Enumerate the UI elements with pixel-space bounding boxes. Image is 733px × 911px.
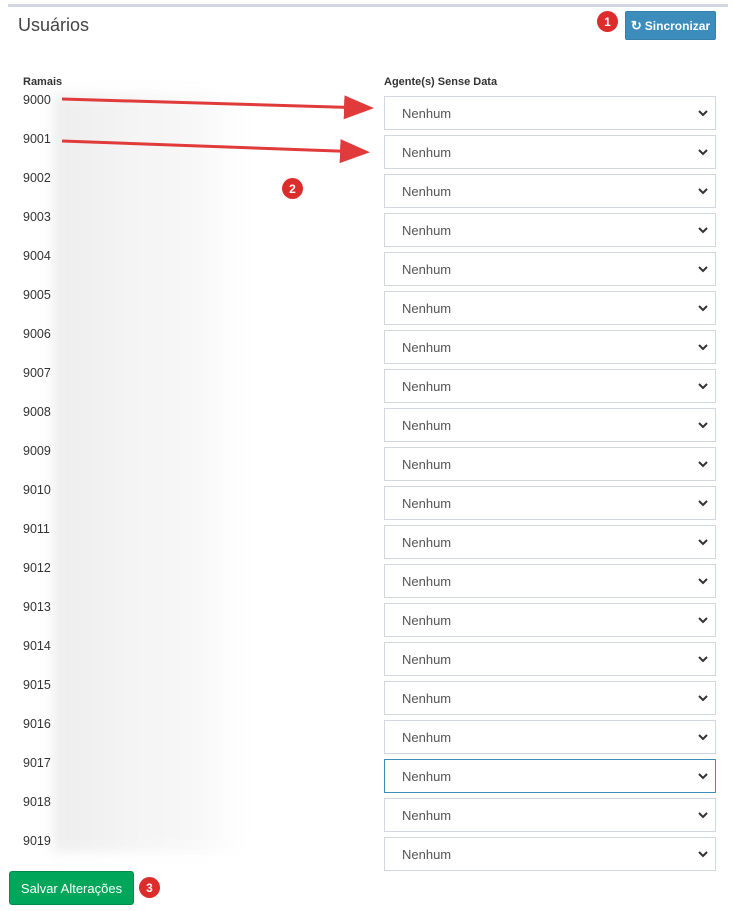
extension-label: 9001 xyxy=(23,132,51,146)
extension-label: 9016 xyxy=(23,717,51,731)
agent-select[interactable]: Nenhum xyxy=(384,447,716,481)
extension-label: 9010 xyxy=(23,483,51,497)
chevron-down-icon xyxy=(698,773,708,780)
agent-select[interactable]: Nenhum xyxy=(384,135,716,169)
agent-select[interactable]: Nenhum xyxy=(384,603,716,637)
chevron-down-icon xyxy=(698,149,708,156)
save-changes-button[interactable]: Salvar Alterações xyxy=(9,871,134,905)
agent-select[interactable]: Nenhum xyxy=(384,369,716,403)
extension-label: 9019 xyxy=(23,834,51,848)
agent-select-value: Nenhum xyxy=(402,456,452,472)
top-border xyxy=(8,4,728,7)
agent-select[interactable]: Nenhum xyxy=(384,798,716,832)
chevron-down-icon xyxy=(698,812,708,819)
agent-select-value: Nenhum xyxy=(402,612,452,628)
page-title: Usuários xyxy=(18,15,90,35)
agent-select[interactable]: Nenhum xyxy=(384,564,716,598)
chevron-down-icon xyxy=(698,734,708,741)
extension-label: 9012 xyxy=(23,561,51,575)
chevron-down-icon xyxy=(698,344,708,351)
sync-button-label: Sincronizar xyxy=(644,18,711,33)
extension-label: 9015 xyxy=(23,678,51,692)
annotation-badge-2: 2 xyxy=(282,178,303,199)
agent-select-value: Nenhum xyxy=(402,222,452,238)
agent-select[interactable]: Nenhum xyxy=(384,486,716,520)
agent-select-value: Nenhum xyxy=(402,144,452,160)
agent-select[interactable]: Nenhum xyxy=(384,213,716,247)
agent-select[interactable]: Nenhum xyxy=(384,525,716,559)
agent-select-value: Nenhum xyxy=(402,105,452,121)
agent-select[interactable]: Nenhum xyxy=(384,174,716,208)
column-header-agents: Agente(s) Sense Data xyxy=(384,76,498,88)
agent-select-value: Nenhum xyxy=(402,495,452,511)
agent-select[interactable]: Nenhum xyxy=(384,96,716,130)
annotation-badge-3: 3 xyxy=(139,877,160,898)
chevron-down-icon xyxy=(698,695,708,702)
agent-select[interactable]: Nenhum xyxy=(384,720,716,754)
refresh-icon: ↻ xyxy=(630,18,642,33)
chevron-down-icon xyxy=(698,305,708,312)
chevron-down-icon xyxy=(698,578,708,585)
chevron-down-icon xyxy=(698,110,708,117)
extension-label: 9014 xyxy=(23,639,51,653)
agent-select-value: Nenhum xyxy=(402,339,452,355)
agent-select-value: Nenhum xyxy=(402,651,452,667)
agent-select[interactable]: Nenhum xyxy=(384,330,716,364)
chevron-down-icon xyxy=(698,617,708,624)
agent-select[interactable]: Nenhum xyxy=(384,408,716,442)
agent-select-value: Nenhum xyxy=(402,534,452,550)
agent-select[interactable]: Nenhum xyxy=(384,252,716,286)
extension-label: 9011 xyxy=(23,522,50,536)
agent-select[interactable]: Nenhum xyxy=(384,291,716,325)
chevron-down-icon xyxy=(698,461,708,468)
agent-select-value: Nenhum xyxy=(402,768,452,784)
agent-select-value: Nenhum xyxy=(402,261,452,277)
extension-label: 9018 xyxy=(23,795,51,809)
agent-select[interactable]: Nenhum xyxy=(384,759,716,793)
extension-label: 9007 xyxy=(23,366,51,380)
agent-select[interactable]: Nenhum xyxy=(384,681,716,715)
chevron-down-icon xyxy=(698,851,708,858)
chevron-down-icon xyxy=(698,266,708,273)
extension-label: 9009 xyxy=(23,444,51,458)
agent-select[interactable]: Nenhum xyxy=(384,642,716,676)
agent-select-value: Nenhum xyxy=(402,378,452,394)
extension-label: 9006 xyxy=(23,327,51,341)
redacted-names xyxy=(53,94,248,852)
extension-label: 9000 xyxy=(23,93,51,107)
extension-label: 9008 xyxy=(23,405,51,419)
extension-label: 9005 xyxy=(23,288,51,302)
agent-select-value: Nenhum xyxy=(402,807,452,823)
extension-label: 9002 xyxy=(23,171,51,185)
agent-select-value: Nenhum xyxy=(402,573,452,589)
extension-label: 9017 xyxy=(23,756,51,770)
chevron-down-icon xyxy=(698,539,708,546)
chevron-down-icon xyxy=(698,383,708,390)
extension-label: 9013 xyxy=(23,600,51,614)
agent-select[interactable]: Nenhum xyxy=(384,837,716,871)
agent-select-value: Nenhum xyxy=(402,300,452,316)
chevron-down-icon xyxy=(698,422,708,429)
annotation-badge-1: 1 xyxy=(597,11,618,32)
chevron-down-icon xyxy=(698,227,708,234)
chevron-down-icon xyxy=(698,500,708,507)
column-header-extensions: Ramais xyxy=(23,76,63,88)
sync-button[interactable]: ↻ Sincronizar xyxy=(625,11,716,40)
agent-select-value: Nenhum xyxy=(402,690,452,706)
agent-select-value: Nenhum xyxy=(402,846,452,862)
chevron-down-icon xyxy=(698,656,708,663)
chevron-down-icon xyxy=(698,188,708,195)
agent-select-value: Nenhum xyxy=(402,417,452,433)
extension-label: 9004 xyxy=(23,249,51,263)
extension-label: 9003 xyxy=(23,210,51,224)
agent-select-value: Nenhum xyxy=(402,729,452,745)
agent-select-value: Nenhum xyxy=(402,183,452,199)
